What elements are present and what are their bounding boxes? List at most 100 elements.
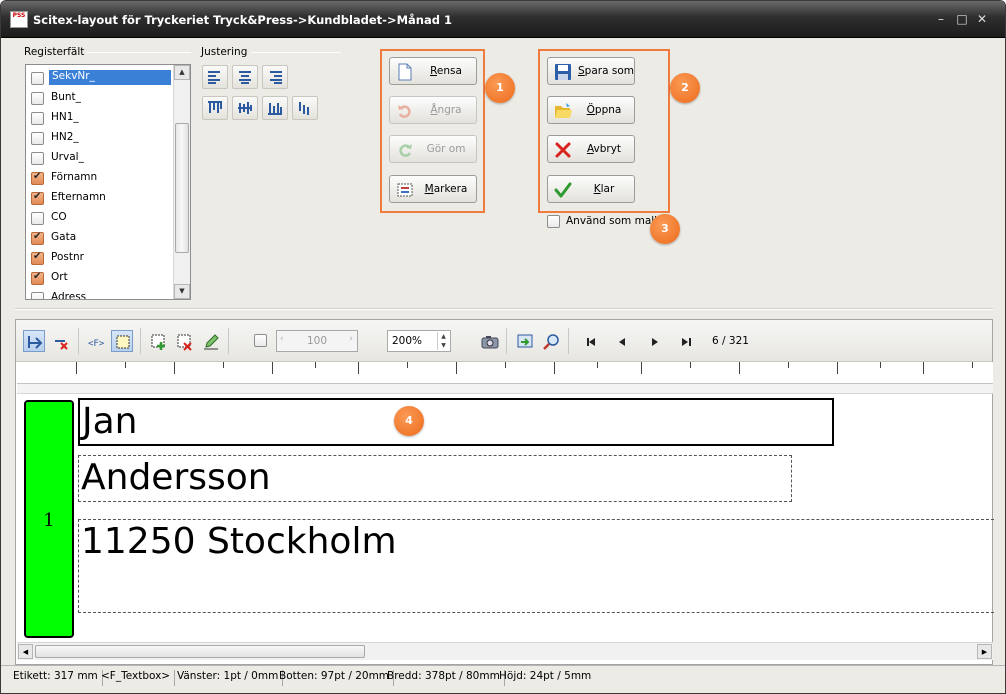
minimize-icon[interactable]: – — [935, 13, 947, 25]
field-fornamn[interactable]: Jan — [78, 398, 834, 446]
checkbox[interactable] — [31, 171, 44, 185]
scroll-down-icon[interactable]: ▼ — [174, 284, 190, 299]
list-item-ort[interactable]: Ort — [26, 268, 174, 288]
ruler-strip — [17, 384, 993, 394]
record-counter: 6 / 321 — [712, 335, 749, 347]
checkbox[interactable] — [31, 152, 44, 165]
canvas-horizontal-scrollbar[interactable]: ◀ ▶ — [17, 642, 993, 660]
remove-snap-icon[interactable] — [49, 330, 71, 352]
use-as-template-label: Använd som mall — [566, 215, 658, 227]
horizontal-ruler — [17, 362, 993, 384]
markera-button[interactable]: Markera — [389, 175, 477, 203]
svg-text:<F>: <F> — [88, 339, 105, 349]
previous-record-icon[interactable] — [611, 330, 633, 352]
list-item-sekvnr[interactable]: SekvNr_ — [26, 68, 174, 88]
close-icon[interactable]: ✕ — [976, 13, 988, 25]
spara-som-button[interactable]: Spara som — [547, 57, 635, 85]
zoom-spin-icon[interactable]: ▲ ▼ — [437, 332, 449, 350]
title-bar: PSS Scitex-layout för Tryckeriet Tryck&P… — [1, 1, 1005, 38]
status-left-position: Vänster: 1pt / 0mm — [177, 670, 284, 686]
align-right-icon[interactable] — [262, 65, 288, 89]
list-item-co[interactable]: CO — [26, 208, 174, 228]
main-window: PSS Scitex-layout för Tryckeriet Tryck&P… — [0, 0, 1006, 694]
toolbar-separator — [568, 328, 569, 354]
register-fields-list[interactable]: SekvNr_ Bunt_ HN1_ HN2_ Urval_ Förnamn E… — [25, 64, 191, 300]
zoom-search-icon[interactable] — [539, 330, 561, 352]
gor-om-button[interactable]: Gör om — [389, 135, 477, 163]
field-efternamn[interactable]: Andersson — [78, 455, 792, 502]
export-icon[interactable] — [513, 330, 535, 352]
use-as-template-checkbox[interactable] — [547, 215, 560, 228]
status-bottom-position: Botten: 97pt / 20mm — [279, 670, 395, 686]
horizontal-scroll-thumb[interactable] — [35, 645, 365, 658]
edit-field-icon[interactable] — [199, 330, 221, 352]
label-number-marker: 1 — [24, 400, 74, 638]
frame-icon[interactable] — [111, 330, 133, 352]
checkbox[interactable] — [31, 231, 44, 245]
checkbox[interactable] — [31, 92, 44, 105]
list-item-urval[interactable]: Urval_ — [26, 148, 174, 168]
list-scrollbar[interactable]: ▲ ▼ — [173, 65, 190, 299]
checkbox[interactable] — [31, 271, 44, 285]
oppna-button[interactable]: Öppna — [547, 96, 635, 124]
checkbox[interactable] — [31, 132, 44, 145]
stepper-up-icon[interactable]: › — [349, 334, 353, 344]
badge-1: 1 — [485, 73, 515, 103]
field-code-icon[interactable]: <F> — [85, 330, 107, 352]
align-middle-icon[interactable] — [232, 96, 258, 120]
folder-open-icon — [555, 103, 572, 118]
align-top-icon[interactable] — [202, 96, 228, 120]
zoom-stepper[interactable]: 200% ▲ ▼ — [387, 330, 451, 352]
section-separator — [15, 308, 993, 310]
badge-3: 3 — [650, 214, 680, 244]
list-item-hn2[interactable]: HN2_ — [26, 128, 174, 148]
scroll-right-icon[interactable]: ▶ — [977, 644, 992, 659]
badge-4: 4 — [394, 406, 424, 436]
field-postort[interactable]: 11250 Stockholm — [78, 519, 994, 613]
next-record-icon[interactable] — [643, 330, 665, 352]
last-record-icon[interactable] — [675, 330, 697, 352]
checkbox[interactable] — [31, 212, 44, 225]
stepper-down-icon[interactable]: ‹ — [280, 334, 284, 344]
layout-toolbar: <F> ‹ 100 › 200% ▲ ▼ 6 / 321 — [16, 320, 992, 362]
delete-field-icon[interactable] — [173, 330, 195, 352]
scroll-thumb[interactable] — [175, 123, 189, 253]
checkbox[interactable] — [31, 292, 44, 299]
rensa-button[interactable]: Rensa — [389, 57, 477, 85]
toolbar-separator — [78, 328, 79, 354]
register-fields-label: Registerfält — [24, 46, 85, 58]
toolbar-separator — [228, 328, 229, 354]
group-divider — [251, 52, 341, 53]
opacity-checkbox[interactable] — [254, 334, 267, 347]
alignment-label: Justering — [201, 46, 248, 58]
align-center-icon[interactable] — [232, 65, 258, 89]
maximize-icon[interactable]: □ — [956, 13, 968, 25]
checkbox[interactable] — [31, 72, 44, 85]
snap-icon[interactable] — [23, 330, 45, 352]
list-item-efternamn[interactable]: Efternamn — [26, 188, 174, 208]
checkmark-icon — [554, 182, 572, 198]
checkbox[interactable] — [31, 191, 44, 205]
scroll-left-icon[interactable]: ◀ — [18, 644, 33, 659]
align-baseline-icon[interactable] — [292, 96, 318, 120]
select-all-icon — [397, 183, 413, 197]
angra-button[interactable]: Ångra — [389, 96, 477, 124]
list-item-postnr[interactable]: Postnr — [26, 248, 174, 268]
list-item-gata[interactable]: Gata — [26, 228, 174, 248]
checkbox[interactable] — [31, 112, 44, 125]
checkbox[interactable] — [31, 251, 44, 265]
align-bottom-icon[interactable] — [262, 96, 288, 120]
list-item-fornamn[interactable]: Förnamn — [26, 168, 174, 188]
klar-button[interactable]: Klar — [547, 175, 635, 203]
add-field-icon[interactable] — [147, 330, 169, 352]
first-record-icon[interactable] — [579, 330, 601, 352]
align-left-icon[interactable] — [202, 65, 228, 89]
avbryt-button[interactable]: Avbryt — [547, 135, 635, 163]
list-item-bunt[interactable]: Bunt_ — [26, 88, 174, 108]
list-item-hn1[interactable]: HN1_ — [26, 108, 174, 128]
camera-icon[interactable] — [478, 330, 500, 352]
undo-icon — [398, 105, 411, 118]
opacity-stepper[interactable]: ‹ 100 › — [276, 330, 358, 352]
list-item-adress[interactable]: Adress — [26, 288, 174, 299]
scroll-up-icon[interactable]: ▲ — [174, 65, 190, 80]
